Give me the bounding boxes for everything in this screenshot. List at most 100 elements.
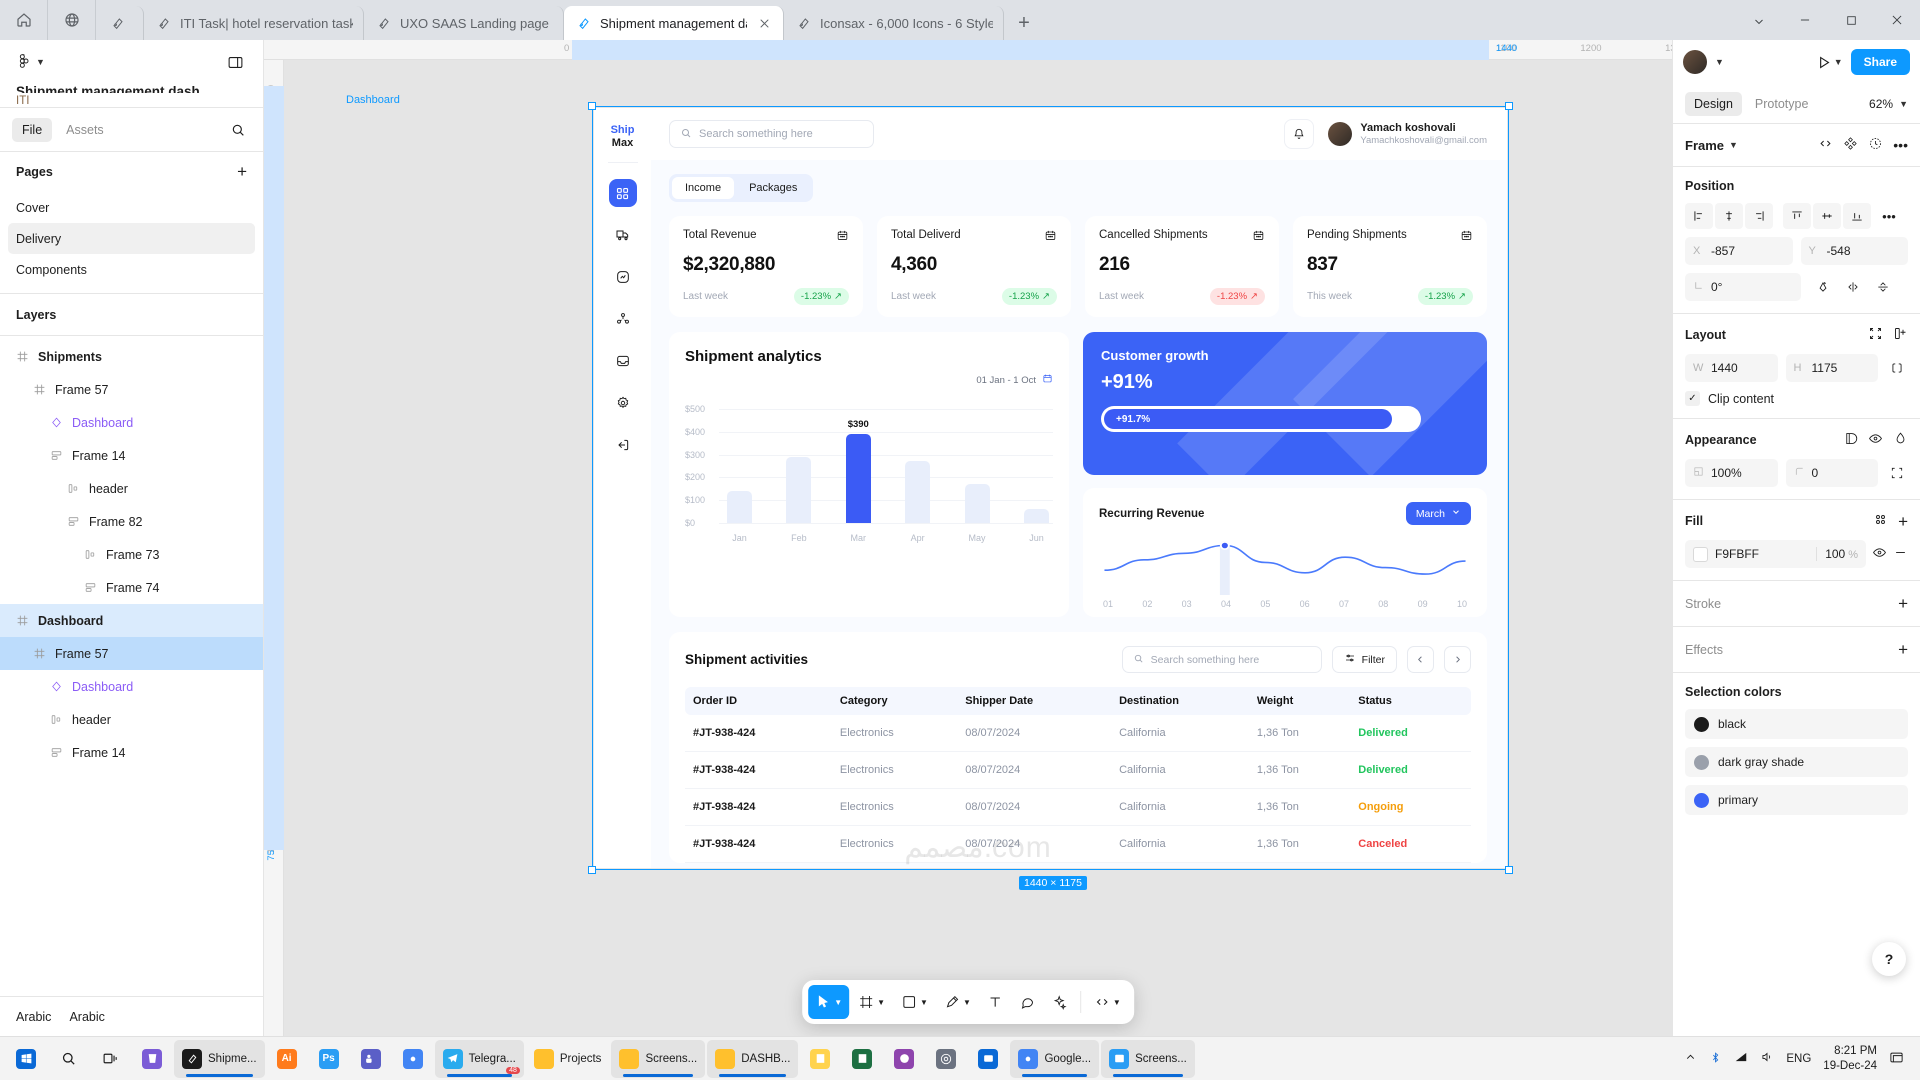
rotation-field[interactable]: 0° [1685, 273, 1801, 301]
text-tool[interactable] [980, 985, 1010, 1019]
rotate-icon[interactable] [1809, 274, 1837, 300]
align-bottom-icon[interactable] [1843, 203, 1871, 229]
selection-handle-bl[interactable] [588, 866, 596, 874]
align-top-icon[interactable] [1783, 203, 1811, 229]
taskbar-item[interactable] [351, 1040, 391, 1078]
pen-tool[interactable]: ▼ [937, 985, 978, 1019]
bar[interactable]: $390 [846, 434, 871, 523]
calendar-icon[interactable] [1044, 229, 1057, 245]
plus-icon[interactable]: + [1898, 641, 1908, 658]
page-item-delivery[interactable]: Delivery [8, 223, 255, 254]
calendar-icon[interactable] [836, 229, 849, 245]
nav-dashboard-icon[interactable] [609, 179, 637, 207]
selection-color-row[interactable]: black [1685, 709, 1908, 739]
history-icon[interactable] [1868, 136, 1883, 154]
font-name-1[interactable]: Arabic [16, 1010, 51, 1024]
frame-tool[interactable]: ▼ [851, 985, 892, 1019]
layer-row[interactable]: Frame 57 [0, 637, 263, 670]
plus-icon[interactable]: + [1898, 513, 1908, 530]
more-icon[interactable]: ••• [1875, 203, 1903, 229]
prev-page-button[interactable] [1407, 646, 1434, 673]
layer-row[interactable]: Dashboard [0, 604, 263, 637]
layer-row[interactable]: Frame 74 [0, 571, 263, 604]
table-row[interactable]: #JT-938-424Electronics08/07/2024Californ… [685, 826, 1471, 863]
tab-assets[interactable]: Assets [56, 118, 114, 142]
activities-search-input[interactable]: Search something here [1122, 646, 1322, 673]
taskbar-item[interactable] [926, 1040, 966, 1078]
layer-row[interactable]: Frame 14 [0, 736, 263, 769]
table-column-header[interactable]: Destination [1115, 687, 1253, 715]
taskbar-item[interactable] [842, 1040, 882, 1078]
add-page-button[interactable]: + [237, 162, 247, 182]
avatar[interactable] [1683, 50, 1707, 74]
file-title[interactable]: Shipment management dash... [16, 84, 247, 93]
selection-color-row[interactable]: primary [1685, 785, 1908, 815]
maximize-icon[interactable] [1828, 0, 1874, 40]
new-tab-button[interactable]: + [1004, 6, 1044, 40]
color-swatch[interactable] [1694, 717, 1709, 732]
notification-icon[interactable] [1889, 1050, 1904, 1068]
fill-color-field[interactable]: F9FBFF 100 % [1685, 540, 1866, 568]
figma-menu-button[interactable]: ▼ [16, 53, 45, 72]
taskbar-item[interactable] [884, 1040, 924, 1078]
independent-corners-icon[interactable] [1886, 459, 1908, 487]
task-view-icon[interactable] [90, 1040, 130, 1078]
taskbar-item[interactable]: Telegra...48 [435, 1040, 524, 1078]
visibility-icon[interactable] [1868, 431, 1883, 449]
table-column-header[interactable]: Category [836, 687, 961, 715]
search-icon[interactable] [225, 117, 251, 143]
plus-icon[interactable]: + [1898, 595, 1908, 612]
table-column-header[interactable]: Order ID [685, 687, 836, 715]
taskbar-item[interactable]: DASHB... [707, 1040, 798, 1078]
taskbar-item[interactable] [393, 1040, 433, 1078]
dashboard-search-input[interactable]: Search something here [669, 120, 874, 148]
clip-content-checkbox[interactable]: ✓ Clip content [1685, 391, 1908, 406]
taskbar-item[interactable]: Ai [267, 1040, 307, 1078]
table-row[interactable]: #JT-938-424Electronics08/07/2024Californ… [685, 789, 1471, 826]
flip-horizontal-icon[interactable] [1839, 274, 1867, 300]
layer-row[interactable]: header [0, 703, 263, 736]
clock[interactable]: 8:21 PM 19-Dec-24 [1823, 1044, 1877, 1073]
shape-tool[interactable]: ▼ [894, 985, 935, 1019]
taskbar-item[interactable]: Projects [526, 1040, 610, 1078]
layer-row[interactable]: header [0, 472, 263, 505]
align-right-icon[interactable] [1745, 203, 1773, 229]
move-tool[interactable]: ▼ [808, 985, 849, 1019]
comment-tool[interactable] [1012, 985, 1042, 1019]
taskbar-item[interactable]: Shipme... [174, 1040, 265, 1078]
corner-radius-field[interactable]: 0 [1786, 459, 1879, 487]
page-item-components[interactable]: Components [8, 254, 255, 285]
nav-truck-icon[interactable] [609, 221, 637, 249]
dashboard-logo[interactable]: Ship Max [611, 124, 635, 149]
chevron-down-icon[interactable]: ▼ [1715, 57, 1724, 67]
next-page-button[interactable] [1444, 646, 1471, 673]
share-button[interactable]: Share [1851, 49, 1910, 75]
opacity-field[interactable]: 100% [1685, 459, 1778, 487]
canvas-area[interactable]: 0100200300400500600700800900100011001200… [264, 40, 1672, 1036]
color-swatch[interactable] [1693, 547, 1708, 562]
table-column-header[interactable]: Status [1354, 687, 1471, 715]
close-icon[interactable] [755, 14, 773, 32]
bar[interactable] [905, 461, 930, 523]
dev-mode-tool[interactable]: ▼ [1087, 985, 1128, 1019]
layer-row[interactable]: Dashboard [0, 670, 263, 703]
more-icon[interactable]: ••• [1893, 138, 1908, 152]
table-row[interactable]: #JT-938-424Electronics08/07/2024Californ… [685, 715, 1471, 752]
browser-tab[interactable]: UXO SAAS Landing page [364, 6, 564, 40]
table-column-header[interactable]: Shipper Date [961, 687, 1115, 715]
align-hcenter-icon[interactable] [1715, 203, 1743, 229]
canvas[interactable]: Dashboard Ship Max [284, 60, 1672, 1036]
add-autolayout-icon[interactable] [1893, 326, 1908, 344]
width-field[interactable]: W 1440 [1685, 354, 1778, 382]
resize-to-fit-icon[interactable] [1868, 326, 1883, 344]
tab-file[interactable]: File [12, 118, 52, 142]
browser-tab[interactable] [96, 6, 144, 40]
bar[interactable] [1024, 509, 1049, 523]
nav-logout-icon[interactable] [609, 431, 637, 459]
layer-row[interactable]: Frame 73 [0, 538, 263, 571]
taskbar-item[interactable]: Ps [309, 1040, 349, 1078]
language-indicator[interactable]: ENG [1786, 1053, 1811, 1065]
calendar-icon[interactable] [1252, 229, 1265, 245]
taskbar-item[interactable]: Screens... [1101, 1040, 1195, 1078]
bell-icon[interactable] [1284, 119, 1314, 149]
